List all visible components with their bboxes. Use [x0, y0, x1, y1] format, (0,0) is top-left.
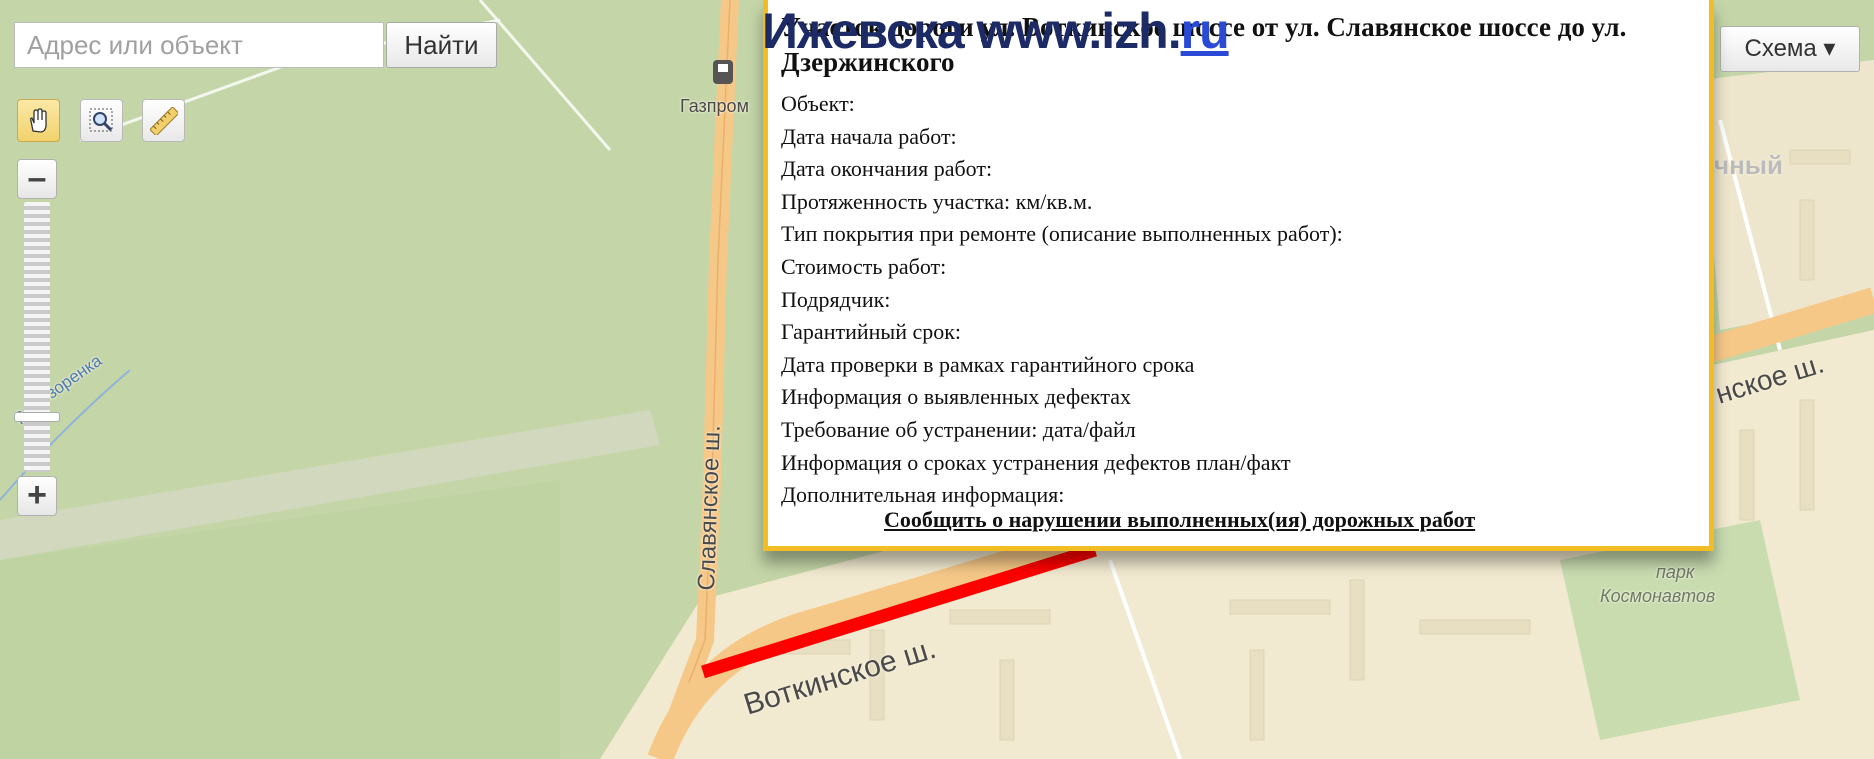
park-label-line2: Космонавтов [1600, 586, 1716, 606]
gas-station-icon [713, 60, 733, 84]
popup-fields: Объект: Дата начала работ: Дата окончани… [781, 88, 1681, 512]
hand-tool-button[interactable] [17, 99, 60, 142]
gas-station-label: Газпром [680, 96, 749, 116]
zoom-rectangle-tool-button[interactable] [80, 99, 123, 142]
field-requirement: Требование об устранении: дата/файл [781, 416, 1136, 442]
field-end-date: Дата окончания работ: [781, 156, 993, 182]
map-type-dropdown[interactable]: Схема ▾ [1720, 26, 1860, 72]
zoom-slider-thumb[interactable] [14, 412, 60, 422]
road-info-popup: Участок дороги ул. Воткинское шоссе от у… [763, 0, 1714, 551]
magnifier-icon [89, 108, 113, 132]
slavyanskoe-street-label: Славянское ш. [693, 424, 726, 591]
watermark-suffix: ru [1180, 3, 1230, 59]
field-length: Протяженность участка: км/кв.м. [781, 188, 1093, 214]
find-button[interactable]: Найти [386, 22, 497, 68]
field-surface-type: Тип покрытия при ремонте (описание выпол… [781, 221, 1343, 247]
site-watermark: Ижевска www.izh.ru [762, 2, 1230, 60]
field-defects: Информация о выявленных дефектах [781, 384, 1132, 410]
district-label: чный [1714, 150, 1783, 180]
ruler-icon [150, 107, 178, 135]
report-violation-link[interactable]: Сообщить о нарушении выполненных(ия) дор… [884, 507, 1475, 533]
ruler-tool-button[interactable] [142, 99, 185, 142]
field-contractor: Подрядчик: [781, 286, 891, 312]
watermark-text: Ижевска www.izh. [762, 3, 1182, 59]
zoom-in-button[interactable]: + [17, 476, 57, 516]
park-label-line1: парк [1656, 562, 1695, 582]
search-input[interactable] [14, 22, 384, 68]
zoom-out-button[interactable]: – [17, 159, 57, 199]
field-object: Объект: [781, 91, 855, 116]
field-warranty: Гарантийный срок: [781, 319, 962, 345]
hand-icon [30, 108, 47, 133]
field-start-date: Дата начала работ: [781, 123, 957, 149]
zoom-slider-track[interactable] [24, 202, 50, 472]
field-cost: Стоимость работ: [781, 253, 947, 279]
field-inspection-date: Дата проверки в рамках гарантийного срок… [781, 351, 1195, 377]
field-fix-schedule: Информация о сроках устранения дефектов … [781, 449, 1291, 475]
